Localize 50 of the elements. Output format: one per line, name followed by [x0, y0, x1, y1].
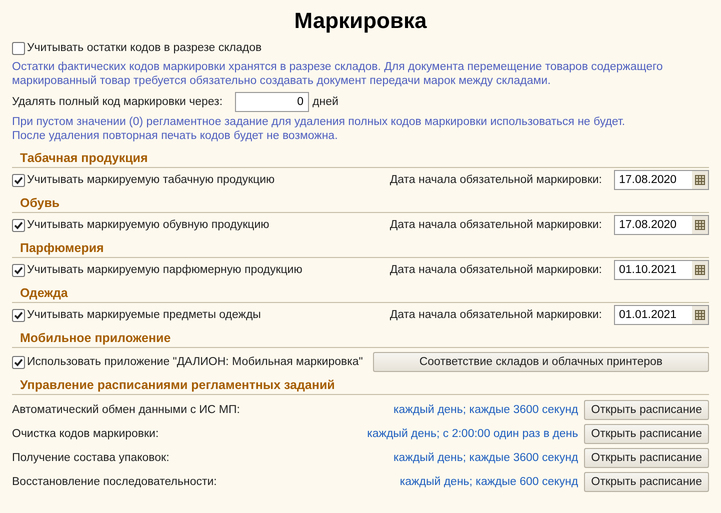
checkbox[interactable]: [12, 218, 25, 232]
open-schedule-button[interactable]: Открыть расписание: [584, 472, 709, 492]
task-name: Получение состава упаковок:: [12, 452, 170, 464]
field-label: Дата начала обязательной маркировки:: [390, 219, 602, 231]
calendar-icon[interactable]: [692, 216, 708, 234]
open-schedule-button[interactable]: Открыть расписание: [584, 448, 709, 468]
page-title: Маркировка: [293, 8, 428, 34]
task-name: Автоматический обмен данными с ИС МП:: [12, 404, 240, 416]
date-field[interactable]: 17.08.2020: [614, 215, 709, 235]
open-schedule-button[interactable]: Открыть расписание: [584, 400, 709, 420]
date-field[interactable]: 01.10.2021: [614, 260, 709, 280]
checkbox[interactable]: [12, 42, 25, 54]
task-name: Очистка кодов маркировки:: [12, 428, 159, 440]
checkbox-label: Учитывать маркируемую парфюмерную продукцию: [27, 264, 302, 276]
checkbox-label: Учитывать остатки кодов в разрезе складов: [27, 42, 262, 54]
checkbox[interactable]: [12, 356, 25, 368]
section-title: Табачная продукция: [12, 147, 709, 168]
schedule-link[interactable]: каждый день; с 2:00:00 один раз в день: [367, 428, 578, 440]
mapping-button[interactable]: Соответствие складов и облачных принтеров: [372, 352, 709, 372]
checkbox[interactable]: [12, 174, 25, 186]
task-name: Восстановление последовательности:: [12, 476, 217, 488]
checkbox-label: Учитывать маркируемую табачную продукцию: [27, 174, 275, 186]
field-label: Дата начала обязательной маркировки:: [390, 264, 602, 276]
field-label: Удалять полный код маркировки через:: [12, 96, 223, 108]
checkbox-label: Учитывать маркируемую обувную продукцию: [27, 219, 270, 231]
schedule-link[interactable]: каждый день; каждые 600 секунд: [400, 476, 578, 488]
info-text: Остатки фактических кодов маркировки хранятся в разрезе складов. Для документа перемещение товаров содержащего маркированный товар требуется обязательно создавать документ передачи марок между складами.: [12, 60, 664, 88]
date-field[interactable]: 01.01.2021: [614, 305, 709, 325]
calendar-icon[interactable]: [692, 306, 708, 324]
section-title: Одежда: [12, 282, 709, 303]
open-schedule-button[interactable]: Открыть расписание: [584, 424, 709, 444]
calendar-icon[interactable]: [692, 171, 708, 189]
calendar-icon[interactable]: [692, 261, 708, 279]
checkbox[interactable]: [12, 264, 25, 276]
section-title: Мобильное приложение: [12, 327, 709, 348]
info-text: После удаления повторная печать кодов будет не возможна.: [12, 129, 339, 143]
info-text: При пустом значении (0) регламентное задание для удаления полных кодов маркировки использоваться не будет.: [12, 115, 626, 129]
checkbox[interactable]: [12, 308, 25, 322]
field-label: Дата начала обязательной маркировки:: [390, 174, 602, 186]
days-input[interactable]: 0: [234, 92, 309, 112]
section-title: Управление расписаниями регламентных заданий: [12, 374, 709, 395]
date-field[interactable]: 17.08.2020: [614, 170, 709, 190]
checkbox-label: Учитывать маркируемые предметы одежды: [27, 309, 261, 321]
section-title: Парфюмерия: [12, 237, 709, 258]
checkbox-label: Использовать приложение "ДАЛИОН: Мобильная маркировка": [27, 356, 363, 368]
section-title: Обувь: [12, 192, 709, 213]
field-label: Дата начала обязательной маркировки:: [390, 309, 602, 321]
schedule-link[interactable]: каждый день; каждые 3600 секунд: [393, 452, 578, 464]
schedule-link[interactable]: каждый день; каждые 3600 секунд: [393, 404, 578, 416]
unit-label: дней: [312, 96, 338, 108]
